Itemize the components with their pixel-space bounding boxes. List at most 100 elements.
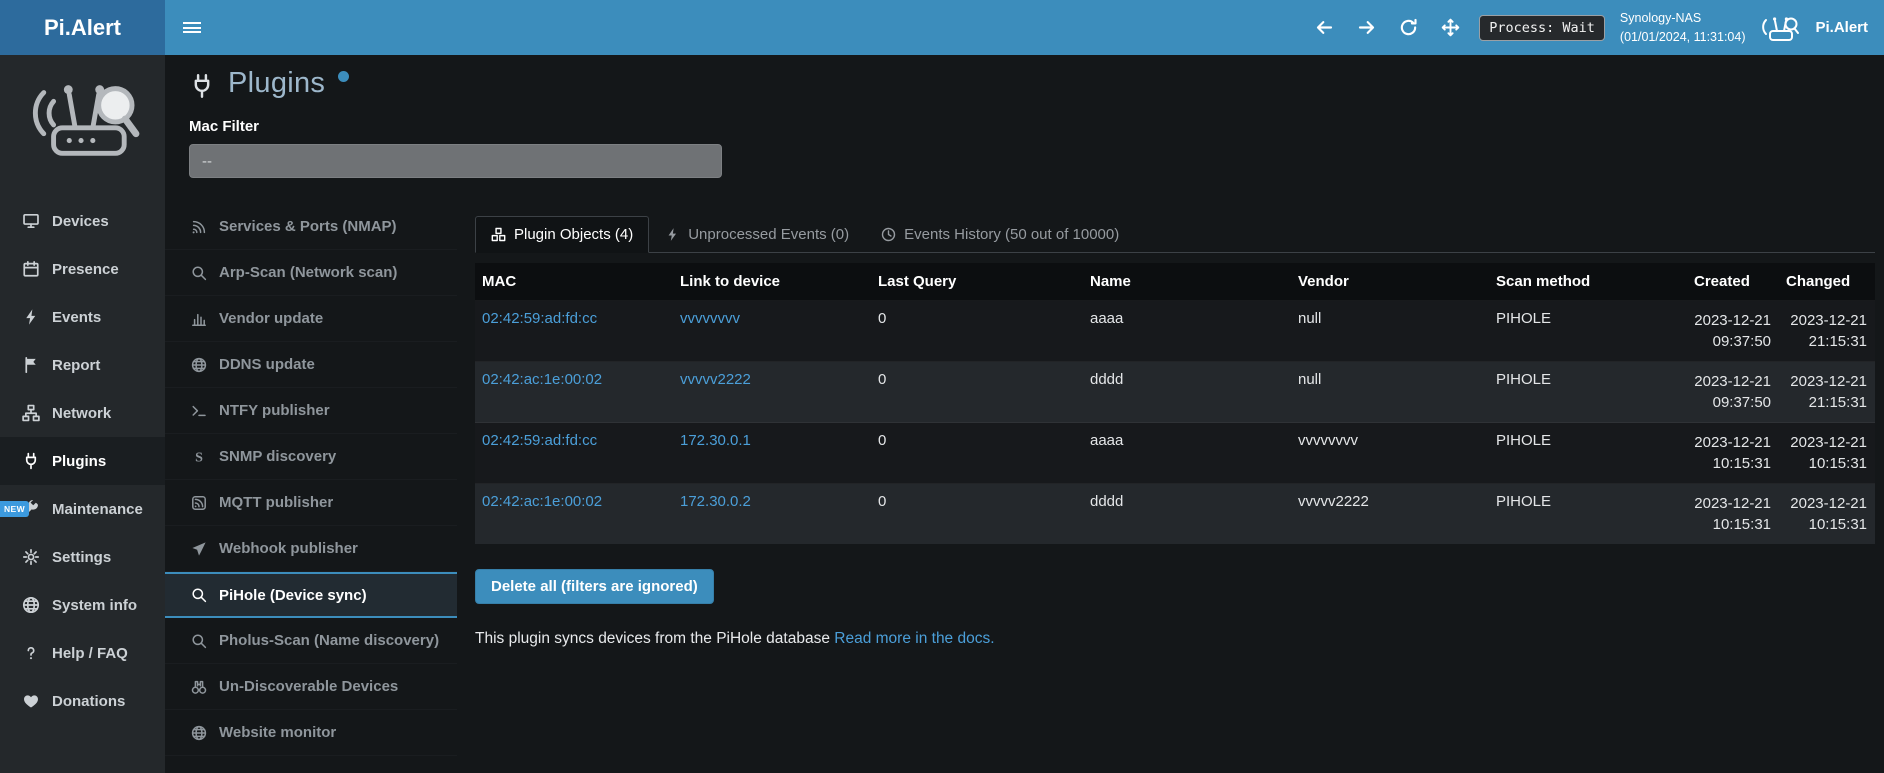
sidebar-item-settings[interactable]: Settings bbox=[0, 533, 165, 581]
cell-mac: 02:42:59:ad:fd:cc bbox=[475, 301, 673, 362]
tab-unprocessed-events-0[interactable]: Unprocessed Events (0) bbox=[649, 216, 865, 253]
plugin-item-ddns-update[interactable]: DDNS update bbox=[165, 342, 457, 388]
plugin-item-label: NTFY publisher bbox=[219, 402, 330, 419]
cell-link-to-device: 172.30.0.2 bbox=[673, 484, 871, 545]
process-status-badge: Process: Wait bbox=[1479, 15, 1605, 41]
tab-label: Unprocessed Events (0) bbox=[688, 226, 849, 243]
sidebar-item-events[interactable]: Events bbox=[0, 293, 165, 341]
plugin-item-label: DDNS update bbox=[219, 356, 315, 373]
plugin-item-webhook-publisher[interactable]: Webhook publisher bbox=[165, 526, 457, 572]
sidebar-item-maintenance[interactable]: NEW Maintenance bbox=[0, 485, 165, 533]
sidebar-item-label: Devices bbox=[52, 213, 109, 230]
sidebar-item-system-info[interactable]: System info bbox=[0, 581, 165, 629]
device-link[interactable]: vvvvv2222 bbox=[680, 371, 751, 388]
cell-last-query: 0 bbox=[871, 484, 1083, 545]
sidebar-item-donations[interactable]: Donations bbox=[0, 677, 165, 725]
main-content: Plugins Mac Filter Services & Ports (NMA… bbox=[165, 55, 1884, 773]
cell-vendor: null bbox=[1291, 362, 1489, 423]
flag-icon bbox=[22, 356, 40, 374]
search-icon bbox=[191, 265, 207, 281]
bolt-icon bbox=[22, 308, 40, 326]
sidebar-item-report[interactable]: Report bbox=[0, 341, 165, 389]
mac-link[interactable]: 02:42:ac:1e:00:02 bbox=[482, 371, 602, 388]
pialert-logo bbox=[0, 55, 165, 171]
cell-scan-method: PIHOLE bbox=[1489, 301, 1687, 362]
cell-last-query: 0 bbox=[871, 423, 1083, 484]
pialert-mini-logo-icon bbox=[1760, 12, 1800, 44]
plugin-item-arp-scan-network-scan[interactable]: Arp-Scan (Network scan) bbox=[165, 250, 457, 296]
sidebar-item-help-faq[interactable]: Help / FAQ bbox=[0, 629, 165, 677]
cell-changed: 2023-12-21 21:15:31 bbox=[1779, 301, 1875, 362]
topbar: Pi.Alert Process: Wait Synology-NAS bbox=[0, 0, 1884, 55]
plugin-list: Services & Ports (NMAP)Arp-Scan (Network… bbox=[165, 204, 457, 756]
sidebar-item-plugins[interactable]: Plugins bbox=[0, 437, 165, 485]
device-link[interactable]: 172.30.0.2 bbox=[680, 493, 751, 510]
cell-changed: 2023-12-21 21:15:31 bbox=[1779, 362, 1875, 423]
brand-logo[interactable]: Pi.Alert bbox=[0, 0, 165, 55]
device-link[interactable]: 172.30.0.1 bbox=[680, 432, 751, 449]
sidebar-item-label: Donations bbox=[52, 693, 125, 710]
plugin-item-mqtt-publisher[interactable]: MQTT publisher bbox=[165, 480, 457, 526]
tab-events-history-50-out-of-10000[interactable]: Events History (50 out of 10000) bbox=[865, 216, 1135, 253]
sidebar-toggle-button[interactable] bbox=[165, 0, 219, 55]
plugins-help-badge[interactable] bbox=[338, 71, 349, 82]
plugin-item-label: Webhook publisher bbox=[219, 540, 358, 557]
cubes-icon bbox=[491, 227, 506, 242]
mac-link[interactable]: 02:42:ac:1e:00:02 bbox=[482, 493, 602, 510]
plugin-item-pholus-scan-name-discovery[interactable]: Pholus-Scan (Name discovery) bbox=[165, 618, 457, 664]
clock-icon bbox=[881, 227, 896, 242]
column-header-vendor[interactable]: Vendor bbox=[1291, 263, 1489, 301]
cell-created: 2023-12-21 10:15:31 bbox=[1687, 423, 1779, 484]
arrow-left-icon bbox=[1315, 18, 1334, 37]
device-link[interactable]: vvvvvvvv bbox=[680, 310, 740, 327]
sidebar-item-devices[interactable]: Devices bbox=[0, 197, 165, 245]
tab-plugin-objects-4[interactable]: Plugin Objects (4) bbox=[475, 216, 649, 253]
cell-mac: 02:42:ac:1e:00:02 bbox=[475, 484, 673, 545]
sidebar-item-network[interactable]: Network bbox=[0, 389, 165, 437]
plugin-objects-table: MACLink to deviceLast QueryNameVendorSca… bbox=[475, 263, 1875, 544]
table-row: 02:42:59:ad:fd:ccvvvvvvvv0aaaanullPIHOLE… bbox=[475, 301, 1875, 362]
cell-vendor: vvvvvvvv bbox=[1291, 423, 1489, 484]
forward-button[interactable] bbox=[1353, 14, 1380, 41]
plugin-item-pihole-device-sync[interactable]: PiHole (Device sync) bbox=[165, 572, 457, 618]
plugin-item-snmp-discovery[interactable]: SSNMP discovery bbox=[165, 434, 457, 480]
column-header-name[interactable]: Name bbox=[1083, 263, 1291, 301]
send-icon bbox=[191, 541, 207, 557]
sidebar-item-label: Maintenance bbox=[52, 501, 143, 518]
plugin-item-label: MQTT publisher bbox=[219, 494, 333, 511]
radar-icon bbox=[191, 219, 207, 235]
plugin-item-website-monitor[interactable]: Website monitor bbox=[165, 710, 457, 756]
sidebar-item-label: Network bbox=[52, 405, 111, 422]
column-header-last-query[interactable]: Last Query bbox=[871, 263, 1083, 301]
delete-all-button[interactable]: Delete all (filters are ignored) bbox=[475, 569, 714, 604]
back-button[interactable] bbox=[1311, 14, 1338, 41]
refresh-button[interactable] bbox=[1395, 14, 1422, 41]
mac-link[interactable]: 02:42:59:ad:fd:cc bbox=[482, 310, 597, 327]
cell-vendor: vvvvv2222 bbox=[1291, 484, 1489, 545]
cell-changed: 2023-12-21 10:15:31 bbox=[1779, 423, 1875, 484]
mac-filter-block: Mac Filter bbox=[165, 118, 1884, 178]
sidebar-item-label: Events bbox=[52, 309, 101, 326]
column-header-mac[interactable]: MAC bbox=[475, 263, 673, 301]
new-badge: NEW bbox=[0, 501, 29, 517]
plugin-item-un-discoverable-devices[interactable]: Un-Discoverable Devices bbox=[165, 664, 457, 710]
fullscreen-button[interactable] bbox=[1437, 14, 1464, 41]
bolt-icon bbox=[665, 227, 680, 242]
plugin-item-vendor-update[interactable]: Vendor update bbox=[165, 296, 457, 342]
sidebar-item-presence[interactable]: Presence bbox=[0, 245, 165, 293]
column-header-link-to-device[interactable]: Link to device bbox=[673, 263, 871, 301]
mac-link[interactable]: 02:42:59:ad:fd:cc bbox=[482, 432, 597, 449]
docs-link[interactable]: Read more in the docs. bbox=[834, 630, 994, 647]
cell-link-to-device: vvvvvvvv bbox=[673, 301, 871, 362]
cell-created: 2023-12-21 10:15:31 bbox=[1687, 484, 1779, 545]
column-header-created[interactable]: Created bbox=[1687, 263, 1779, 301]
mac-filter-input[interactable] bbox=[189, 144, 722, 178]
plugin-item-label: Pholus-Scan (Name discovery) bbox=[219, 632, 439, 649]
column-header-scan-method[interactable]: Scan method bbox=[1489, 263, 1687, 301]
globe-icon bbox=[22, 596, 40, 614]
plugin-item-ntfy-publisher[interactable]: NTFY publisher bbox=[165, 388, 457, 434]
sitemap-icon bbox=[22, 404, 40, 422]
plugin-item-services-ports-nmap[interactable]: Services & Ports (NMAP) bbox=[165, 204, 457, 250]
heart-icon bbox=[22, 692, 40, 710]
column-header-changed[interactable]: Changed bbox=[1779, 263, 1875, 301]
